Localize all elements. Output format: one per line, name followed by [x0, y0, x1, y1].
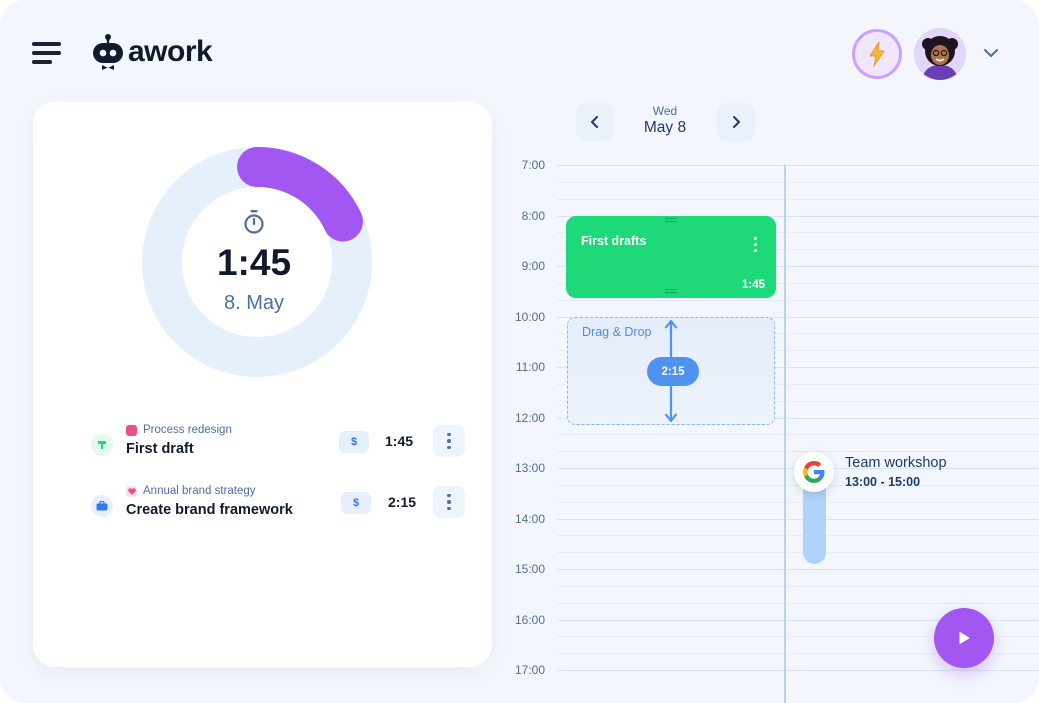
sub-gridline: [557, 451, 1039, 453]
hour-label: 12:00: [514, 410, 545, 425]
project-icon: [126, 424, 137, 436]
google-icon: [794, 452, 834, 492]
entry-project: Annual brand strategy: [126, 485, 256, 497]
sub-gridline: [557, 434, 1039, 436]
timer-value: 1:45: [216, 242, 292, 283]
previous-day-button[interactable]: [576, 103, 614, 141]
sub-gridline: [557, 501, 1039, 503]
hour-label: 17:00: [514, 663, 545, 677]
hour-label: 15:00: [514, 562, 545, 576]
chevron-down-icon[interactable]: [982, 46, 1000, 60]
entry-project: Process redesign: [126, 424, 232, 436]
calendar-event-first-drafts[interactable]: First drafts 1:45: [566, 216, 776, 298]
event-title: Drag & Drop: [582, 325, 652, 339]
sub-gridline: [557, 299, 1039, 301]
sub-gridline: [557, 535, 1039, 537]
hour-label: 16:00: [514, 612, 545, 627]
hour-gridline: [557, 670, 1039, 671]
lightning-bolt-icon[interactable]: [852, 29, 902, 79]
user-avatar[interactable]: [914, 28, 966, 80]
hour-gridline: [557, 569, 1039, 570]
hour-gridline: [557, 165, 1039, 166]
entry-duration: 1:45: [385, 433, 414, 449]
resize-handle-top[interactable]: [665, 218, 677, 222]
drag-duration-badge: 2:15: [647, 357, 699, 386]
billable-button[interactable]: $: [341, 492, 371, 514]
event-duration: 1:45: [741, 279, 765, 291]
start-timer-button[interactable]: [934, 608, 994, 668]
stopwatch-icon: [244, 210, 264, 234]
hour-label: 8:00: [521, 208, 545, 223]
entry-duration: 2:15: [388, 494, 417, 510]
hour-label: 13:00: [514, 461, 545, 475]
hour-label: 14:00: [514, 511, 545, 526]
briefcase-icon: [91, 495, 113, 517]
heart-icon: [126, 485, 137, 497]
more-vertical-icon: [447, 432, 451, 450]
time-tracking-card: 1:45 8. May Process redesign First draft…: [33, 102, 492, 667]
more-options-button[interactable]: [433, 486, 465, 518]
sub-gridline: [557, 552, 1039, 554]
hour-label: 10:00: [514, 309, 545, 324]
event-time: 13:00 - 15:00: [845, 475, 921, 489]
sub-gridline: [557, 585, 1039, 587]
hour-gridline: [557, 518, 1039, 520]
billable-button[interactable]: $: [339, 431, 369, 453]
more-options-button[interactable]: [433, 425, 465, 457]
more-vertical-icon: [447, 493, 451, 511]
play-icon: [959, 632, 970, 644]
hour-label: 7:00: [521, 158, 545, 172]
chevron-right-icon: [733, 116, 740, 128]
sub-gridline: [557, 602, 1039, 604]
event-title: Team workshop: [845, 455, 947, 471]
day-date: May 8: [643, 119, 687, 136]
hamburger-icon[interactable]: [32, 42, 62, 64]
app-window: awork 1:45 8. May Process redesign First…: [0, 0, 1039, 703]
entry-title: Create brand framework: [126, 502, 293, 518]
task-type-icon: [91, 434, 113, 456]
more-vertical-icon[interactable]: [754, 237, 757, 252]
next-day-button[interactable]: [717, 103, 755, 141]
event-title: First drafts: [581, 234, 647, 248]
hour-label: 11:00: [515, 360, 545, 374]
logo-robot-icon: [93, 34, 123, 70]
awork-logo[interactable]: awork: [92, 32, 213, 72]
time-entry[interactable]: Process redesign First draft $ 1:45: [91, 424, 465, 464]
timer-date: 8. May: [223, 292, 285, 314]
sub-gridline: [557, 198, 1039, 200]
time-entry[interactable]: Annual brand strategy Create brand frame…: [91, 485, 465, 525]
app-name: awork: [128, 35, 213, 68]
sub-gridline: [557, 181, 1039, 183]
day-name: Wed: [652, 104, 678, 118]
hour-label: 9:00: [521, 259, 545, 273]
chevron-left-icon: [591, 116, 598, 128]
resize-handle-bottom[interactable]: [665, 289, 677, 293]
current-time-line: [784, 165, 786, 703]
entry-title: First draft: [126, 441, 194, 457]
